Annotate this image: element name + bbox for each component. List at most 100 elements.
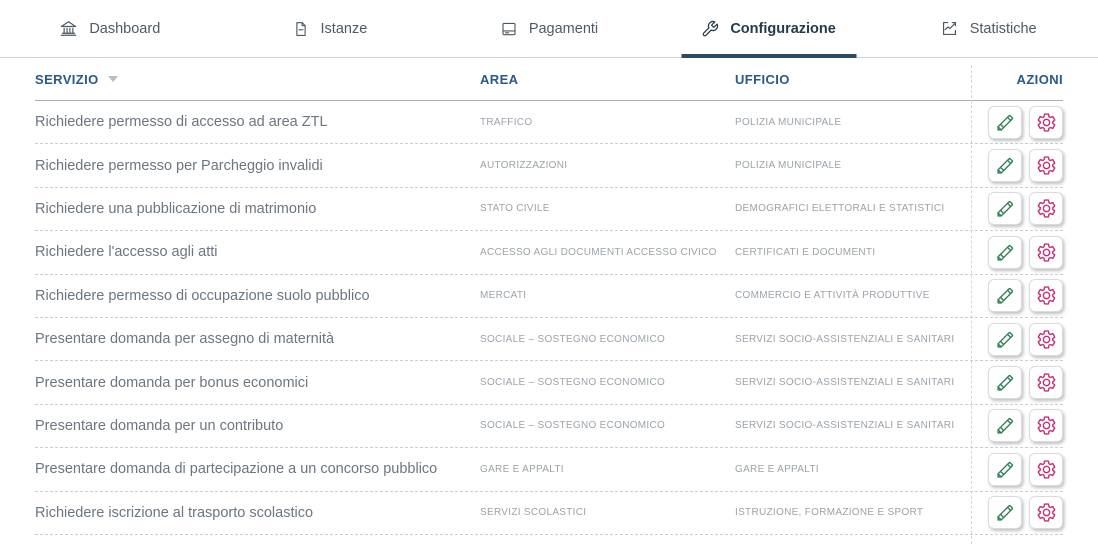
edit-button[interactable] [988, 279, 1022, 312]
settings-button[interactable] [1029, 236, 1063, 269]
service-office: SERVIZI SOCIO-ASSISTENZIALI E SANITARI [735, 420, 972, 431]
service-area: ACCESSO AGLI DOCUMENTI ACCESSO CIVICO [480, 247, 735, 258]
gear-icon [1036, 372, 1057, 393]
chart-icon [940, 19, 959, 38]
tab-istanze[interactable]: Istanze [220, 0, 440, 57]
service-area: SOCIALE – SOSTEGNO ECONOMICO [480, 334, 735, 345]
service-area: GARE E APPALTI [480, 464, 735, 475]
service-area: AUTORIZZAZIONI [480, 160, 735, 171]
column-header-area: AREA [480, 72, 735, 87]
service-office: GARE E APPALTI [735, 464, 972, 475]
edit-button[interactable] [988, 236, 1022, 269]
service-name: Richiedere permesso di occupazione suolo… [35, 288, 480, 304]
gear-icon [1036, 112, 1057, 133]
pencil-icon [995, 329, 1016, 350]
top-nav: Dashboard Istanze Pagamenti Configurazio… [0, 0, 1098, 58]
gear-icon [1036, 242, 1057, 263]
tab-pagamenti[interactable]: Pagamenti [439, 0, 659, 57]
tab-label: Istanze [321, 21, 368, 37]
chevron-down-icon[interactable] [107, 75, 119, 83]
pencil-icon [995, 415, 1016, 436]
actions-column-divider [971, 65, 972, 544]
tab-label: Statistiche [970, 21, 1037, 37]
payment-icon [500, 20, 518, 38]
gear-icon [1036, 285, 1057, 306]
tab-dashboard[interactable]: Dashboard [0, 0, 220, 57]
settings-button[interactable] [1029, 453, 1063, 486]
tab-label: Dashboard [89, 21, 160, 37]
edit-button[interactable] [988, 106, 1022, 139]
settings-button[interactable] [1029, 366, 1063, 399]
row-actions [972, 453, 1063, 486]
table-body: Richiedere permesso di accesso ad area Z… [35, 101, 1063, 535]
tab-configurazione[interactable]: Configurazione [659, 0, 879, 57]
table-row: Richiedere iscrizione al trasporto scola… [35, 492, 1063, 535]
gear-icon [1036, 198, 1057, 219]
row-actions [972, 496, 1063, 529]
column-header-ufficio: UFFICIO [735, 72, 972, 87]
service-office: ISTRUZIONE, FORMAZIONE E SPORT [735, 507, 972, 518]
service-area: STATO CIVILE [480, 203, 735, 214]
settings-button[interactable] [1029, 409, 1063, 442]
table-row: Presentare domanda per bonus economici S… [35, 361, 1063, 404]
gear-icon [1036, 459, 1057, 480]
settings-button[interactable] [1029, 192, 1063, 225]
pencil-icon [995, 112, 1016, 133]
tab-statistiche[interactable]: Statistiche [878, 0, 1098, 57]
row-actions [972, 192, 1063, 225]
table-row: Presentare domanda per assegno di matern… [35, 318, 1063, 361]
settings-button[interactable] [1029, 149, 1063, 182]
service-office: CERTIFICATI E DOCUMENTI [735, 247, 972, 258]
row-actions [972, 106, 1063, 139]
gear-icon [1036, 502, 1057, 523]
edit-button[interactable] [988, 409, 1022, 442]
row-actions [972, 279, 1063, 312]
service-name: Richiedere permesso di accesso ad area Z… [35, 114, 480, 130]
settings-button[interactable] [1029, 279, 1063, 312]
pencil-icon [995, 502, 1016, 523]
edit-button[interactable] [988, 366, 1022, 399]
edit-button[interactable] [988, 149, 1022, 182]
service-name: Richiedere l'accesso agli atti [35, 244, 480, 260]
service-office: DEMOGRAFICI ELETTORALI E STATISTICI [735, 203, 972, 214]
row-actions [972, 236, 1063, 269]
service-office: POLIZIA MUNICIPALE [735, 160, 972, 171]
settings-button[interactable] [1029, 106, 1063, 139]
services-table: SERVIZIO AREA UFFICIO AZIONI Richiedere … [35, 58, 1063, 535]
settings-button[interactable] [1029, 323, 1063, 356]
service-name: Presentare domanda per un contributo [35, 418, 480, 434]
settings-button[interactable] [1029, 496, 1063, 529]
edit-button[interactable] [988, 323, 1022, 356]
pencil-icon [995, 242, 1016, 263]
table-row: Richiedere permesso di occupazione suolo… [35, 275, 1063, 318]
service-area: MERCATI [480, 290, 735, 301]
tab-label: Pagamenti [529, 21, 598, 37]
document-icon [292, 20, 310, 38]
service-name: Presentare domanda per assegno di matern… [35, 331, 480, 347]
table-row: Presentare domanda per un contributo SOC… [35, 405, 1063, 448]
tab-label: Configurazione [730, 21, 836, 37]
service-office: SERVIZI SOCIO-ASSISTENZIALI E SANITARI [735, 377, 972, 388]
edit-button[interactable] [988, 496, 1022, 529]
edit-button[interactable] [988, 192, 1022, 225]
edit-button[interactable] [988, 453, 1022, 486]
wrench-icon [701, 20, 719, 38]
service-area: SERVIZI SCOLASTICI [480, 507, 735, 518]
table-row: Presentare domanda di partecipazione a u… [35, 448, 1063, 491]
service-name: Richiedere iscrizione al trasporto scola… [35, 505, 480, 521]
column-header-servizio[interactable]: SERVIZIO [35, 72, 480, 87]
row-actions [972, 149, 1063, 182]
pencil-icon [995, 372, 1016, 393]
pencil-icon [995, 155, 1016, 176]
bank-icon [59, 19, 78, 38]
gear-icon [1036, 415, 1057, 436]
column-header-azioni: AZIONI [972, 72, 1063, 87]
table-row: Richiedere permesso di accesso ad area Z… [35, 101, 1063, 144]
gear-icon [1036, 155, 1057, 176]
row-actions [972, 409, 1063, 442]
service-area: SOCIALE – SOSTEGNO ECONOMICO [480, 377, 735, 388]
service-name: Richiedere una pubblicazione di matrimon… [35, 201, 480, 217]
row-actions [972, 366, 1063, 399]
service-office: POLIZIA MUNICIPALE [735, 117, 972, 128]
pencil-icon [995, 198, 1016, 219]
